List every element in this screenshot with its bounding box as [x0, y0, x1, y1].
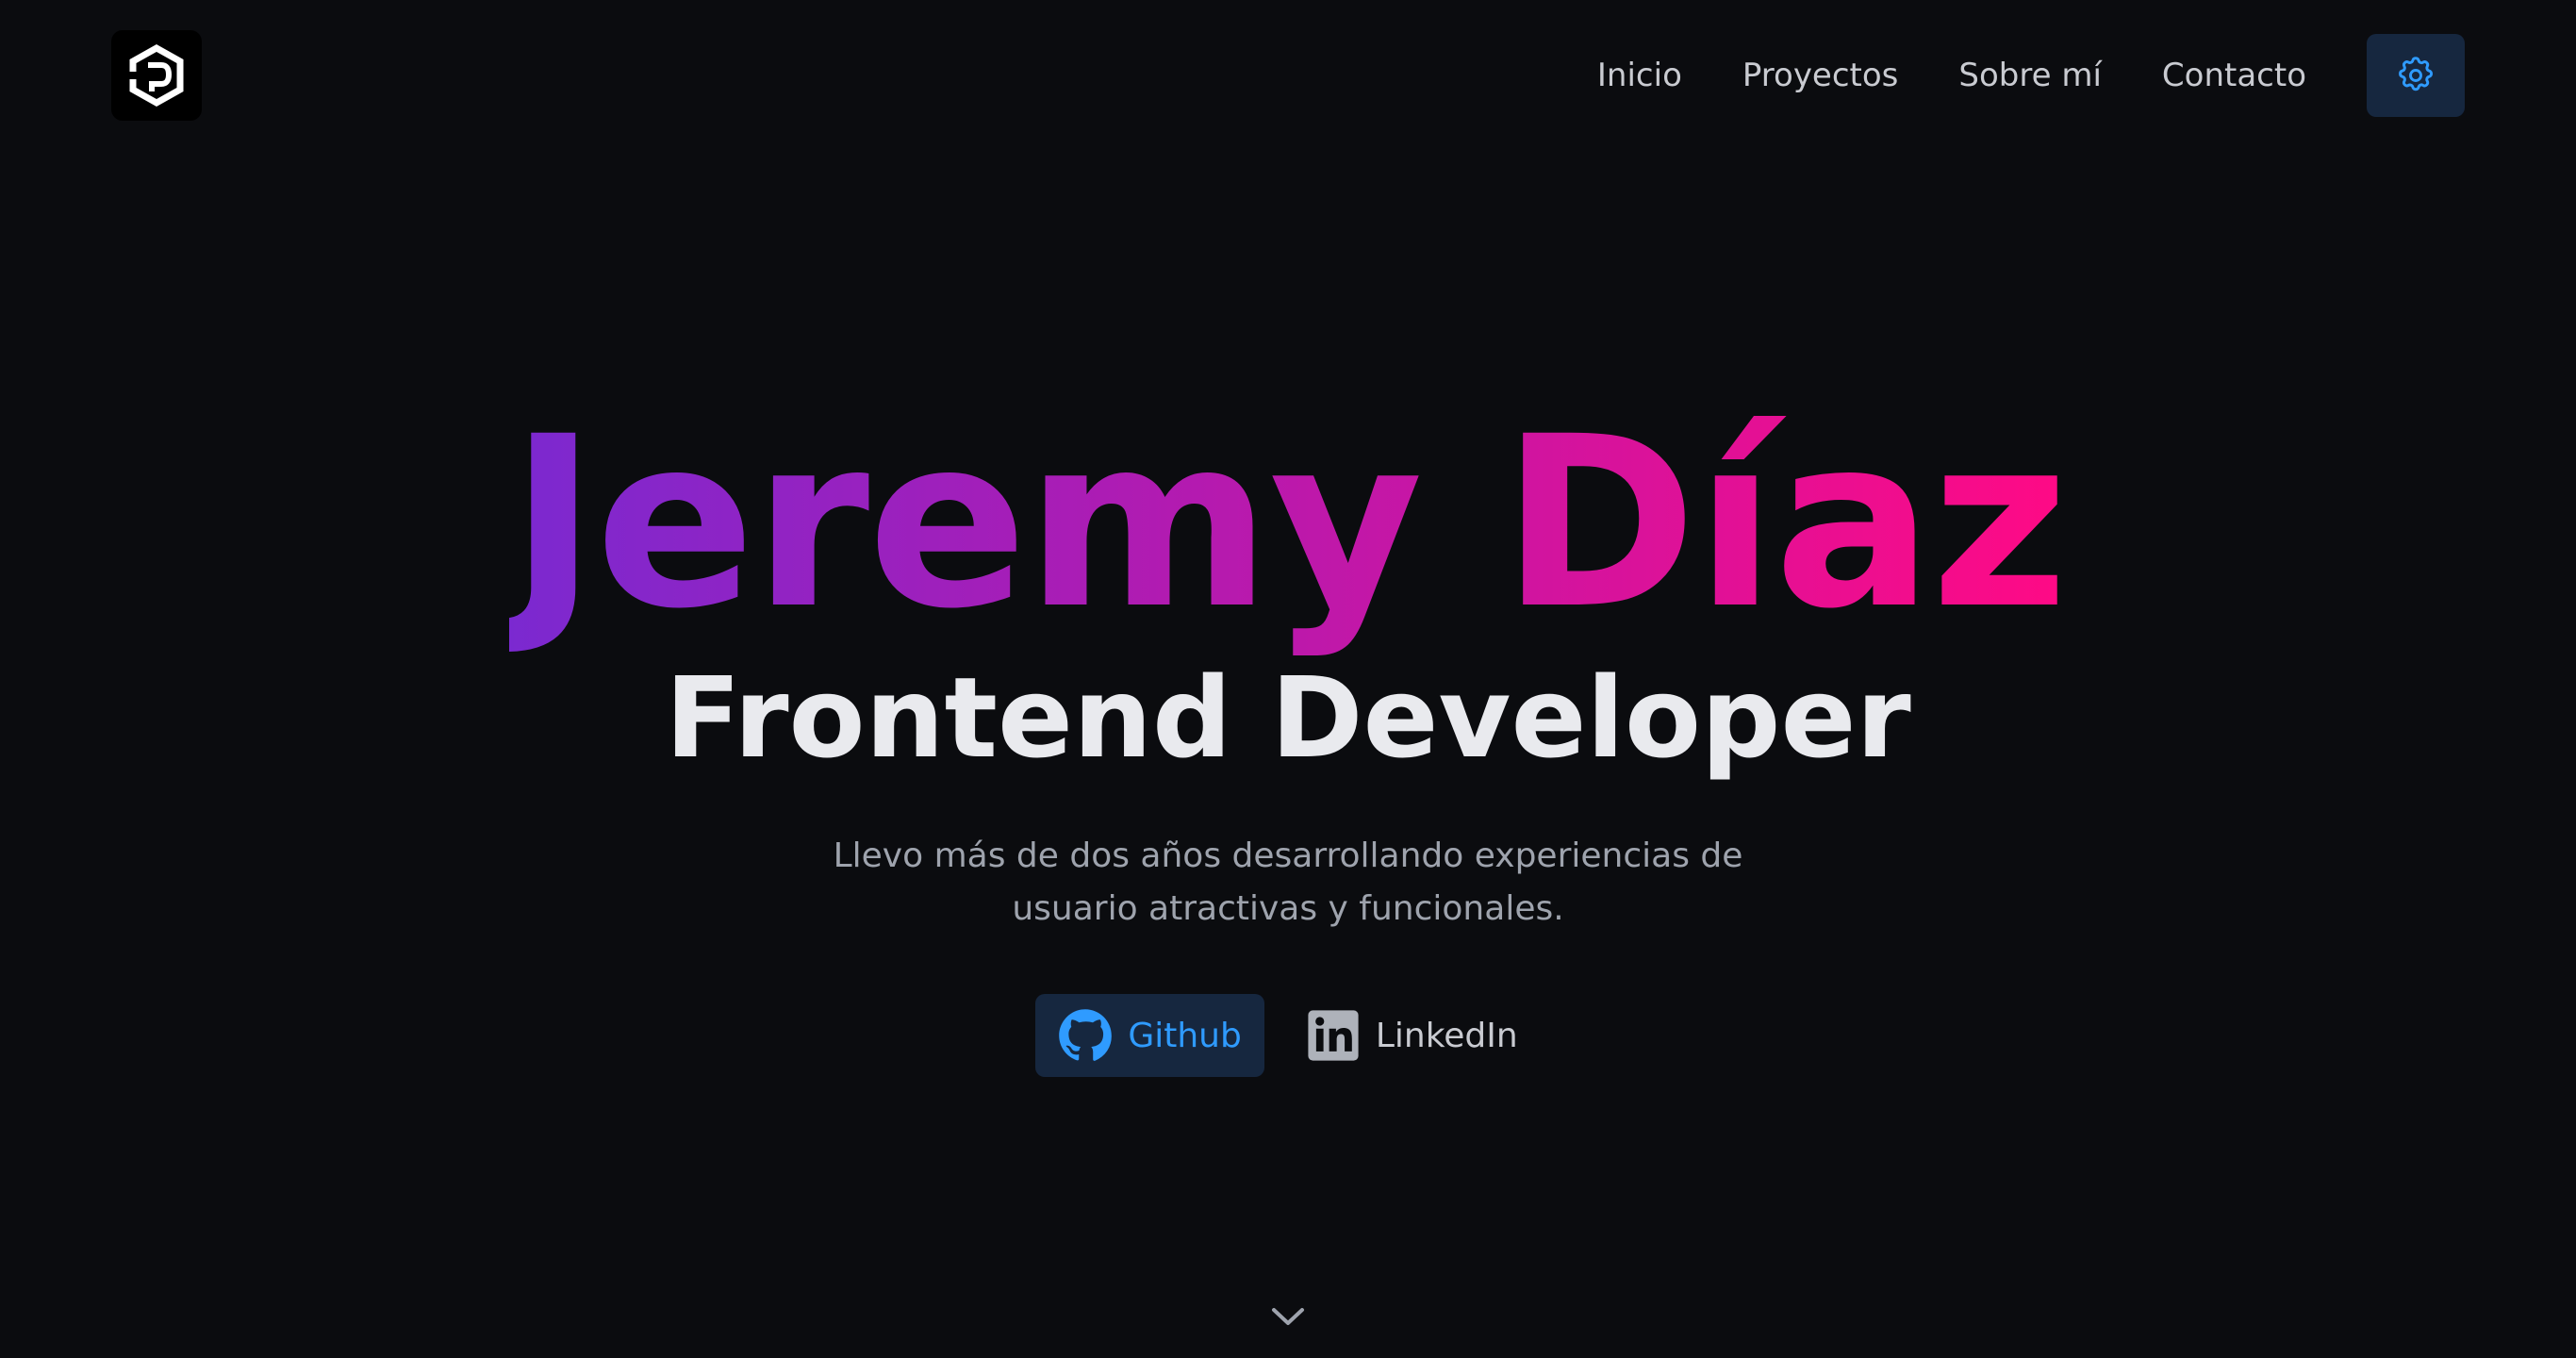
- github-icon: [1059, 1009, 1113, 1061]
- linkedin-label: LinkedIn: [1375, 1016, 1518, 1055]
- hero-description: Llevo más de dos años desarrollando expe…: [833, 836, 1743, 928]
- nav-item-inicio[interactable]: Inicio: [1597, 57, 1682, 94]
- github-link[interactable]: Github: [1035, 994, 1264, 1077]
- settings-button[interactable]: [2367, 34, 2465, 117]
- scroll-down-button[interactable]: [1269, 1298, 1307, 1335]
- main-nav: Inicio Proyectos Sobre mí Contacto: [1597, 34, 2465, 117]
- github-label: Github: [1128, 1016, 1242, 1055]
- hero-role: Frontend Developer: [665, 653, 1911, 783]
- linkedin-link[interactable]: LinkedIn: [1283, 994, 1541, 1077]
- nav-item-proyectos[interactable]: Proyectos: [1742, 57, 1899, 94]
- gear-icon: [2399, 57, 2434, 91]
- page: Inicio Proyectos Sobre mí Contacto Jerem…: [0, 0, 2576, 1358]
- hero-name: Jeremy Díaz: [0, 406, 2576, 641]
- nav-item-contacto[interactable]: Contacto: [2162, 57, 2306, 94]
- hexagon-d-logo-icon: [129, 44, 184, 107]
- social-links: Github LinkedIn: [0, 994, 2576, 1077]
- hero-name-text: Jeremy Díaz: [509, 386, 2068, 660]
- site-logo[interactable]: [111, 30, 202, 121]
- nav-item-sobre-mi[interactable]: Sobre mí: [1958, 57, 2102, 94]
- linkedin-icon: [1308, 1010, 1359, 1061]
- chevron-down-icon: [1272, 1308, 1304, 1325]
